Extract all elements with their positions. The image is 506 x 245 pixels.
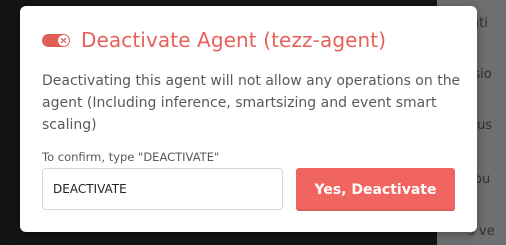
modal-description: Deactivating this agent will not allow a… <box>42 73 461 133</box>
modal-title: Deactivate Agent (tezz-agent) <box>81 28 387 52</box>
yes-deactivate-button[interactable]: Yes, Deactivate <box>296 168 455 211</box>
confirm-input[interactable] <box>42 168 283 210</box>
knob <box>58 34 69 46</box>
deactivate-agent-modal: Deactivate Agent (tezz-agent) Deactivati… <box>20 6 477 232</box>
modal-header: Deactivate Agent (tezz-agent) <box>42 28 386 52</box>
toggle-off-x-icon <box>42 33 70 47</box>
confirm-label: To confirm, type "DEACTIVATE" <box>42 150 220 164</box>
x-icon <box>60 37 67 43</box>
